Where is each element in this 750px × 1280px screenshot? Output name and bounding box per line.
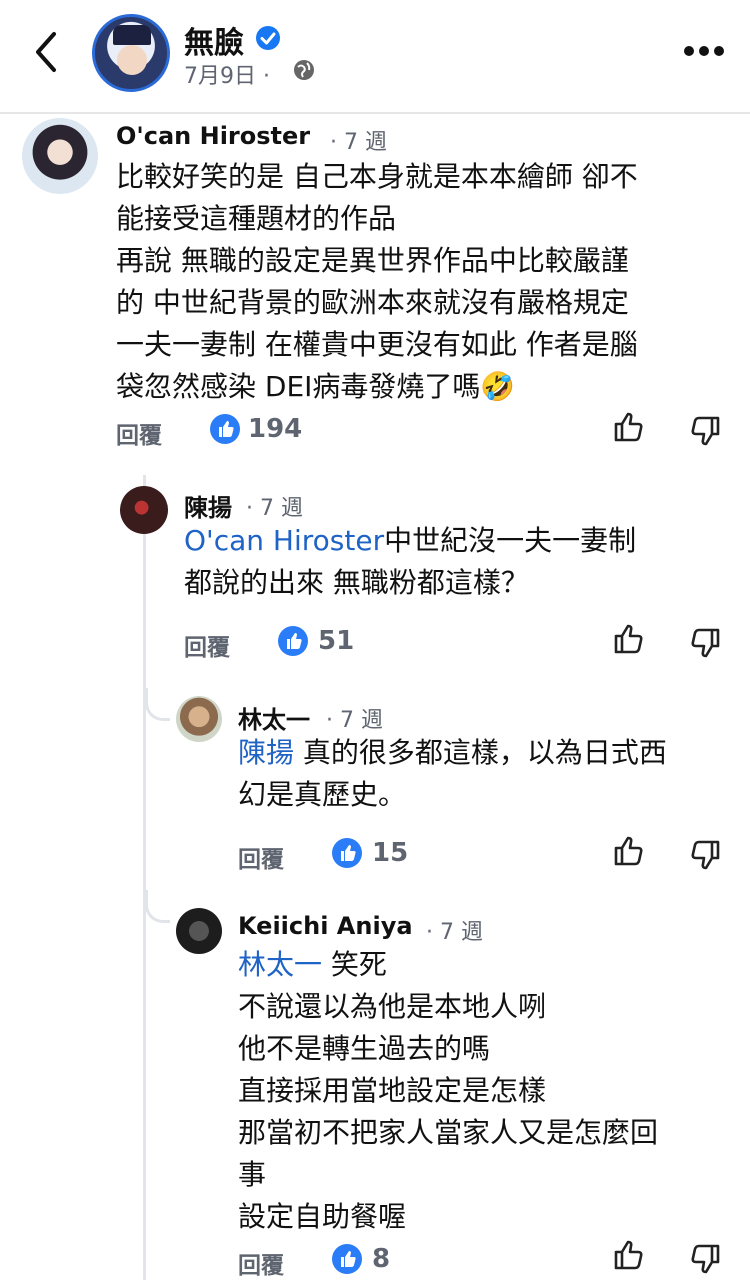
like-count[interactable]: 8 [372, 1244, 390, 1274]
comment-body: O'can Hiroster中世紀沒一夫一妻制 都說的出來 無職粉都這樣？ [184, 524, 637, 599]
like-icon[interactable] [612, 834, 646, 868]
dislike-icon[interactable] [688, 1242, 722, 1276]
like-icon [332, 838, 362, 868]
avatar[interactable] [176, 696, 222, 742]
comment-body: 陳揚 真的很多都這樣，以為日式西 幻是真歷史。 [238, 736, 667, 811]
comment-time[interactable]: · 7 週 [326, 702, 383, 734]
comment-body: 林太一 笑死 不說還以為他是本地人咧 他不是轉生過去的嗎 直接採用當地設定是怎樣… [238, 948, 659, 1233]
comment-author[interactable]: 林太一 [238, 700, 310, 735]
avatar[interactable] [120, 486, 168, 534]
mention-link[interactable]: O'can Hiroster [184, 524, 384, 557]
dislike-icon[interactable] [688, 838, 722, 872]
page-name[interactable]: 無臉 [184, 18, 244, 62]
comment-author[interactable]: 陳揚 [184, 488, 232, 523]
like-icon [332, 1244, 362, 1274]
like-count[interactable]: 51 [318, 626, 354, 656]
like-icon [278, 626, 308, 656]
avatar[interactable] [176, 908, 222, 954]
comment-author[interactable]: O'can Hiroster [116, 122, 310, 150]
reply-button[interactable]: 回覆 [238, 1246, 284, 1280]
like-icon[interactable] [612, 410, 646, 444]
mention-link[interactable]: 林太一 [238, 948, 322, 981]
thread-connector [145, 688, 170, 721]
globe-icon [294, 60, 314, 80]
page-avatar[interactable] [92, 14, 170, 92]
like-count[interactable]: 194 [248, 414, 302, 444]
thread-connector [145, 890, 170, 923]
reply-button[interactable]: 回覆 [184, 628, 230, 662]
more-icon[interactable] [684, 46, 724, 58]
like-count[interactable]: 15 [372, 838, 408, 868]
like-icon [210, 414, 240, 444]
comment-time[interactable]: · 7 週 [330, 124, 387, 156]
like-icon[interactable] [612, 1238, 646, 1272]
dislike-icon[interactable] [688, 414, 722, 448]
comment-body: 比較好笑的是 自己本身就是本本繪師 卻不 能接受這種題材的作品 再說 無職的設定… [116, 160, 638, 403]
reply-button[interactable]: 回覆 [116, 416, 162, 450]
reply-button[interactable]: 回覆 [238, 840, 284, 874]
post-date: 7月9日 · [184, 64, 270, 89]
verified-badge-icon [256, 26, 280, 50]
post-header: 無臉 7月9日 · [0, 0, 750, 114]
like-icon[interactable] [612, 622, 646, 656]
mention-link[interactable]: 陳揚 [238, 736, 294, 769]
comment-time[interactable]: · 7 週 [426, 914, 483, 946]
avatar[interactable] [22, 118, 98, 194]
back-chevron-icon[interactable] [30, 30, 64, 74]
dislike-icon[interactable] [688, 626, 722, 660]
comment-time[interactable]: · 7 週 [246, 490, 303, 522]
comment-author[interactable]: Keiichi Aniya [238, 912, 413, 940]
